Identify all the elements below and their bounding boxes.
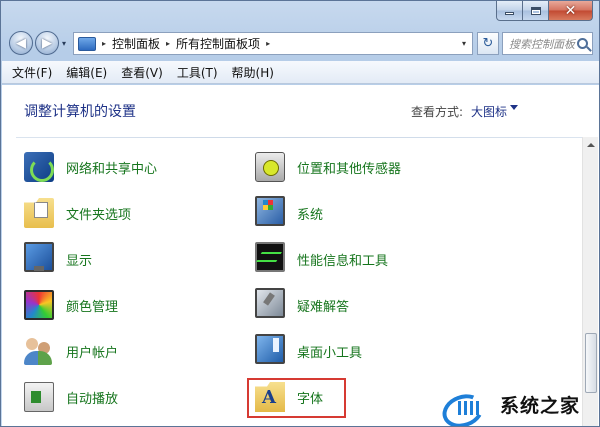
close-icon: ✕ [564, 2, 577, 19]
menu-help[interactable]: 帮助(H) [232, 64, 274, 81]
item-label: 性能信息和工具 [297, 253, 389, 269]
performance-icon [255, 242, 285, 272]
network-sharing-icon [24, 152, 54, 182]
control-panel-icon [78, 36, 96, 51]
view-by-caret-icon[interactable] [510, 105, 518, 110]
minimize-icon [505, 12, 514, 15]
forward-button[interactable]: ▶ [35, 31, 59, 55]
back-button[interactable]: ◀ [9, 31, 33, 55]
search-placeholder: 搜索控制面板 [509, 37, 575, 51]
watermark: 系统之家 [438, 385, 598, 423]
menu-bar: 文件(F) 编辑(E) 查看(V) 工具(T) 帮助(H) [2, 61, 599, 84]
navigation-bar: ◀ ▶ ▾ ▸ 控制面板 ▸ 所有控制面板项 ▸ ▾ ↻ 搜索控制面板 [9, 31, 593, 57]
item-display[interactable]: 显示 [24, 241, 92, 277]
location-sensor-icon [255, 152, 285, 182]
caption-buttons: ✕ [496, 1, 593, 21]
item-label: 显示 [66, 253, 93, 269]
breadcrumb-all-items[interactable]: 所有控制面板项 [176, 35, 260, 52]
back-arrow-icon: ◀ [16, 35, 26, 51]
breadcrumb-separator-icon[interactable]: ▸ [166, 39, 170, 48]
address-dropdown-icon[interactable]: ▾ [462, 39, 472, 48]
address-bar[interactable]: ▸ 控制面板 ▸ 所有控制面板项 ▸ ▾ [73, 32, 473, 55]
item-desktop-gadgets[interactable]: 桌面小工具 [255, 333, 362, 369]
desktop-gadgets-icon [255, 334, 285, 364]
item-label: 疑难解答 [297, 299, 350, 315]
recent-pages-dropdown-icon[interactable]: ▾ [62, 39, 66, 48]
header-divider [16, 137, 582, 138]
troubleshooting-icon [255, 288, 285, 318]
forward-arrow-icon: ▶ [42, 35, 52, 51]
item-label: 颜色管理 [66, 299, 119, 315]
folder-options-icon [24, 198, 54, 228]
item-troubleshooting[interactable]: 疑难解答 [255, 287, 349, 323]
breadcrumb-separator-icon[interactable]: ▸ [266, 39, 270, 48]
breadcrumb-separator-icon[interactable]: ▸ [102, 39, 106, 48]
refresh-button[interactable]: ↻ [477, 32, 499, 55]
view-by-dropdown[interactable]: 大图标 [471, 103, 507, 120]
refresh-icon: ↻ [482, 36, 494, 51]
item-performance-tools[interactable]: 性能信息和工具 [255, 241, 388, 277]
watermark-text: 系统之家 [500, 394, 581, 417]
item-label: 系统 [297, 207, 324, 223]
item-label: 网络和共享中心 [66, 161, 158, 177]
system-icon [255, 196, 285, 226]
breadcrumb-control-panel[interactable]: 控制面板 [112, 35, 160, 52]
item-user-accounts[interactable]: 用户帐户 [24, 333, 118, 369]
search-input[interactable]: 搜索控制面板 [502, 32, 593, 55]
control-panel-window: ✕ ◀ ▶ ▾ ▸ 控制面板 ▸ 所有控制面板项 ▸ ▾ ↻ 搜索控制面板 文件… [0, 0, 600, 427]
view-by-label: 查看方式: [411, 105, 464, 119]
item-autoplay[interactable]: 自动播放 [24, 379, 118, 415]
page-title: 调整计算机的设置 [24, 104, 136, 120]
item-network-sharing-center[interactable]: 网络和共享中心 [24, 149, 157, 185]
highlight-box [247, 378, 346, 418]
item-label: 自动播放 [66, 391, 119, 407]
content-pane: 调整计算机的设置 查看方式: 大图标 网络和共享中心 文件夹选项 显示 颜色管理… [2, 85, 599, 426]
maximize-icon [530, 6, 541, 15]
menu-edit[interactable]: 编辑(E) [66, 64, 107, 81]
scroll-up-arrow-icon[interactable] [587, 143, 595, 147]
autoplay-icon [24, 382, 54, 412]
watermark-logo-icon [438, 387, 496, 421]
item-label: 桌面小工具 [297, 345, 363, 361]
minimize-button[interactable] [496, 1, 523, 21]
close-button[interactable]: ✕ [549, 1, 593, 21]
item-location-sensors[interactable]: 位置和其他传感器 [255, 149, 401, 185]
scroll-thumb[interactable] [585, 333, 597, 393]
search-icon[interactable] [577, 38, 588, 49]
display-monitor-icon [24, 242, 54, 272]
maximize-button[interactable] [523, 1, 549, 21]
user-accounts-icon [24, 336, 54, 366]
menu-file[interactable]: 文件(F) [12, 64, 52, 81]
item-label: 文件夹选项 [66, 207, 132, 223]
item-folder-options[interactable]: 文件夹选项 [24, 195, 131, 231]
vertical-scrollbar[interactable] [582, 137, 598, 426]
item-label: 位置和其他传感器 [297, 161, 402, 177]
menu-tools[interactable]: 工具(T) [177, 64, 218, 81]
item-system[interactable]: 系统 [255, 195, 323, 231]
menu-view[interactable]: 查看(V) [121, 64, 163, 81]
color-management-icon [24, 290, 54, 320]
item-color-management[interactable]: 颜色管理 [24, 287, 118, 323]
item-label: 用户帐户 [66, 345, 119, 361]
